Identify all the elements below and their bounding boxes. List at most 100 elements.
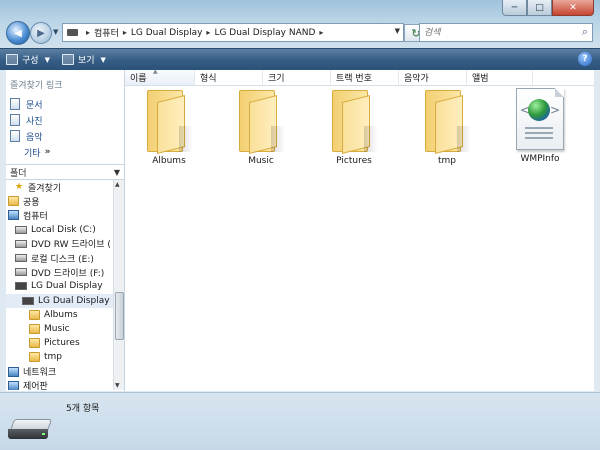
organize-label: 구성 [22, 56, 39, 66]
folder-item-tmp[interactable]: tmp [407, 88, 487, 166]
drive-icon [15, 254, 27, 263]
help-button[interactable]: ? [578, 52, 592, 66]
column-header-album[interactable]: 앨범 [467, 70, 533, 85]
column-header-label: 음악가 [404, 74, 429, 84]
folder-tree-label: tmp [44, 352, 63, 363]
column-header-label: 형식 [200, 74, 217, 84]
device-icon [15, 282, 27, 291]
maximize-button[interactable]: □ [527, 0, 552, 16]
folder-icon [29, 352, 40, 363]
folder-tree-item[interactable]: Music [6, 322, 113, 336]
column-header-artist[interactable]: 음악가 [399, 70, 467, 85]
folder-tree-item[interactable]: 공용 [6, 194, 113, 208]
folder-tree-item[interactable]: tmp [6, 350, 113, 364]
folder-item-pictures[interactable]: Pictures [314, 88, 394, 166]
folder-tree-label: LG Dual Display [31, 281, 103, 292]
column-header-label: 크기 [268, 74, 285, 84]
folder-icon [29, 309, 40, 320]
column-header-track[interactable]: 트랙 번호 [331, 70, 399, 85]
breadcrumb-item-computer[interactable]: 컴퓨터 [94, 26, 119, 39]
folder-tree-item[interactable]: Pictures [6, 336, 113, 350]
column-header-label: 앨범 [472, 74, 489, 84]
scrollbar-thumb[interactable] [115, 292, 124, 340]
organize-button[interactable]: 구성 ▼ [0, 49, 56, 70]
address-dropdown-icon[interactable]: ▼ [395, 27, 400, 35]
folder-icon [235, 88, 287, 154]
favorite-links-more-label: 기타 [24, 148, 41, 159]
folder-icon [328, 88, 380, 154]
close-button[interactable]: ✕ [552, 0, 594, 16]
folder-tree-label: Local Disk (C:) [31, 224, 96, 235]
command-bar: 구성 ▼ 보기 ▼ ? [0, 48, 600, 70]
control-panel-icon [8, 380, 19, 390]
dvd-drive-icon [15, 268, 27, 277]
column-header-name[interactable]: 이름 ▲ [125, 68, 195, 85]
folder-tree-item[interactable]: DVD 드라이브 (F:) [6, 265, 113, 279]
folder-tree-item[interactable]: 로컬 디스크 (E:) [6, 251, 113, 265]
folder-tree-item[interactable]: LG Dual Display N [6, 293, 113, 308]
breadcrumb-item-lg-dual-display-nand[interactable]: LG Dual Display NAND [214, 28, 315, 38]
folder-tree-label: 즐겨찾기 [28, 183, 62, 194]
breadcrumb-item-lg-dual-display[interactable]: LG Dual Display [131, 28, 203, 38]
chevron-down-icon: ▼ [113, 167, 120, 177]
documents-icon [10, 98, 20, 110]
folder-tree-item[interactable]: Local Disk (C:) [6, 223, 113, 237]
column-header-type[interactable]: 형식 [195, 70, 263, 85]
removable-drive-icon [8, 419, 53, 441]
navigation-bar: ◀ ▶ ▼ ▸ 컴퓨터 ▸ LG Dual Display ▸ LG Dual … [6, 20, 594, 45]
folder-tree-label: LG Dual Display N [38, 295, 113, 306]
views-button[interactable]: 보기 ▼ [56, 49, 112, 70]
column-header-label: 이름 [130, 74, 147, 84]
folder-tree-item[interactable]: LG Dual Display [6, 279, 113, 293]
folder-tree-label: 제어판 [23, 382, 48, 390]
item-label: Pictures [336, 156, 372, 166]
search-box[interactable]: ⌕ [419, 23, 593, 42]
folder-tree: ★ 즐겨찾기 공용컴퓨터 Local Disk (C:) DVD RW 드라이브 (로컬… [6, 180, 113, 390]
scroll-up-icon[interactable]: ▲ [115, 181, 120, 188]
drive-icon [15, 225, 27, 234]
favorite-link-label: 음악 [26, 132, 43, 143]
favorite-link-label: 문서 [26, 100, 43, 111]
search-icon[interactable]: ⌕ [582, 25, 588, 39]
search-input[interactable] [420, 26, 576, 39]
folder-item-albums[interactable]: Albums [129, 88, 209, 166]
folder-tree-label: 컴퓨터 [23, 211, 48, 222]
breadcrumb-separator[interactable]: ▸ [319, 28, 323, 37]
folder-tree-item[interactable]: ★ 즐겨찾기 [6, 180, 113, 194]
breadcrumb-separator[interactable]: ▸ [206, 28, 210, 37]
breadcrumb-separator[interactable]: ▸ [123, 28, 127, 37]
folder-tree-item[interactable]: 제어판 [6, 379, 113, 390]
address-bar[interactable]: ▸ 컴퓨터 ▸ LG Dual Display ▸ LG Dual Displa… [62, 23, 404, 42]
recent-pages-dropdown[interactable]: ▼ [53, 28, 58, 36]
item-label: Albums [152, 156, 186, 166]
pictures-icon [10, 114, 20, 126]
folders-header[interactable]: 폴더 ▼ [6, 164, 124, 180]
folder-tree-item[interactable]: 컴퓨터 [6, 208, 113, 222]
favorite-link-documents[interactable]: 문서 [10, 96, 50, 112]
views-icon [61, 54, 74, 65]
organize-icon [6, 54, 18, 65]
favorite-link-label: 사진 [26, 116, 43, 127]
favorite-links-more[interactable]: 기타 » [24, 144, 50, 160]
folder-item-music[interactable]: Music [221, 88, 301, 166]
favorite-link-pictures[interactable]: 사진 [10, 112, 50, 128]
favorite-link-music[interactable]: 음악 [10, 128, 50, 144]
scroll-down-icon[interactable]: ▼ [115, 382, 120, 389]
minimize-button[interactable]: ─ [502, 0, 527, 16]
folder-tree-item[interactable]: 네트워크 [6, 364, 113, 378]
explorer-window: ─ □ ✕ ◀ ▶ ▼ ▸ 컴퓨터 ▸ LG Dual Display ▸ LG… [0, 0, 600, 450]
drive-icon [67, 29, 78, 36]
window-controls: ─ □ ✕ [502, 0, 594, 16]
folder-tree-scrollbar[interactable]: ▲ ▼ [113, 180, 124, 390]
music-icon [10, 130, 20, 142]
column-header-size[interactable]: 크기 [263, 70, 331, 85]
folder-tree-item[interactable]: DVD RW 드라이브 ( [6, 237, 113, 251]
favorite-links-list: 문서 사진 음악 기타 » [10, 96, 50, 160]
star-icon: ★ [15, 182, 24, 193]
file-item-wmpinfo[interactable]: < > WMPInfo [500, 88, 580, 164]
folder-tree-item[interactable]: Albums [6, 308, 113, 322]
chevron-down-icon: ▼ [44, 55, 50, 64]
forward-button[interactable]: ▶ [30, 22, 52, 44]
back-button[interactable]: ◀ [6, 21, 30, 45]
folder-tree-label: Pictures [44, 338, 80, 349]
